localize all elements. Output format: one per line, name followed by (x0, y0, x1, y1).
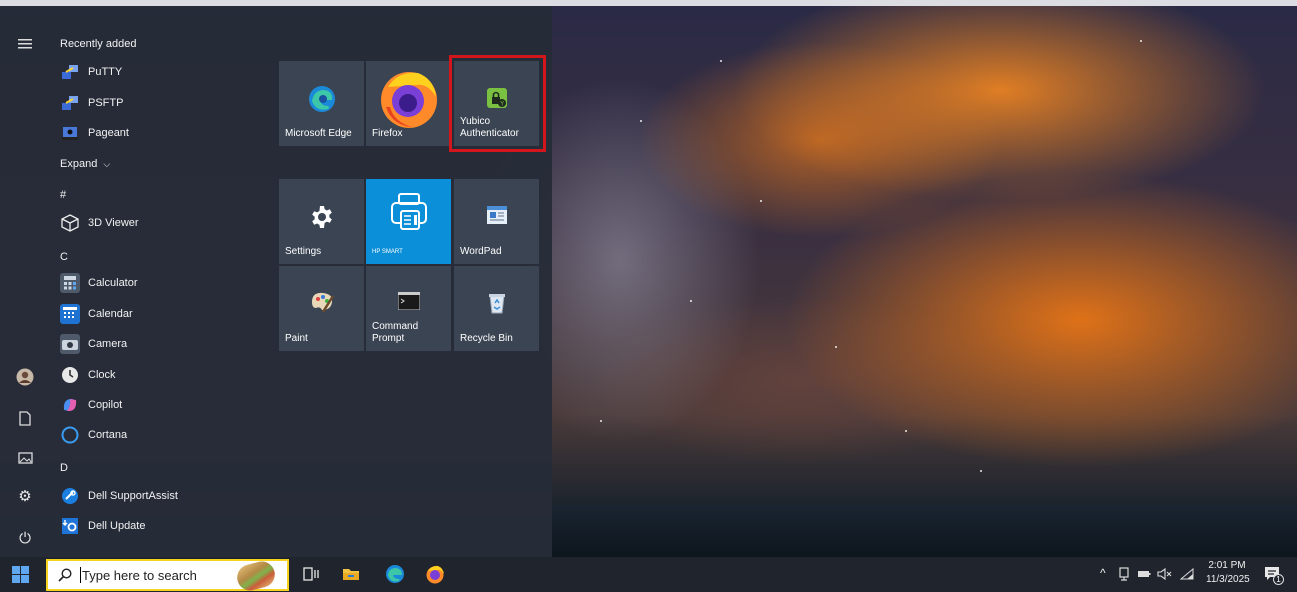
tile-wordpad[interactable]: WordPad (454, 179, 539, 264)
edge-icon (279, 85, 364, 113)
list-item-dell-update[interactable]: Dell Update (60, 513, 250, 539)
notifications-icon[interactable]: 1 (1262, 563, 1284, 585)
list-item-calculator[interactable]: Calculator (60, 270, 250, 296)
meet-now-icon[interactable] (1116, 563, 1132, 585)
search-highlight-image (234, 558, 278, 592)
pictures-icon[interactable] (15, 448, 35, 468)
group-header-hash[interactable]: # (60, 189, 66, 201)
search-icon (58, 568, 72, 582)
gear-icon (279, 205, 364, 229)
tile-settings[interactable]: Settings (279, 179, 364, 264)
calendar-icon (60, 304, 80, 324)
clock-icon (60, 365, 80, 385)
recently-added-header: Recently added (60, 38, 137, 50)
settings-icon[interactable]: ⚙ (15, 486, 35, 506)
clock-time: 2:01 PM (1208, 560, 1246, 571)
search-input[interactable]: Type here to search (46, 558, 289, 592)
firefox-taskbar-icon[interactable] (424, 563, 446, 585)
copilot-icon (60, 395, 80, 415)
command-prompt-icon (366, 292, 451, 310)
firefox-icon (366, 67, 451, 129)
battery-icon[interactable] (1136, 563, 1152, 585)
power-icon[interactable]: ⏻ (15, 528, 35, 548)
documents-icon[interactable] (15, 408, 35, 428)
list-item-putty[interactable]: PuTTY (60, 59, 250, 85)
list-item-camera[interactable]: Camera (60, 331, 250, 357)
edge-taskbar-icon[interactable] (384, 563, 406, 585)
calculator-icon (60, 273, 80, 293)
highlight-box (449, 55, 546, 152)
tile-paint[interactable]: Paint (279, 266, 364, 351)
text-caret (80, 567, 81, 583)
app-list: Recently added PuTTY PSFTP Pageant Expan… (50, 6, 250, 557)
horizon (552, 505, 1297, 557)
system-clock[interactable]: 2:01 PM 11/3/2025 (1206, 559, 1250, 587)
list-item-pageant[interactable]: Pageant (60, 120, 250, 146)
volume-muted-icon[interactable] (1156, 563, 1174, 585)
hp-smart-icon (366, 191, 451, 231)
list-item-calendar[interactable]: Calendar (60, 301, 250, 327)
wifi-icon[interactable] (1178, 563, 1196, 585)
list-item-copilot[interactable]: Copilot (60, 392, 250, 418)
group-header-c[interactable]: C (60, 251, 68, 263)
psftp-icon (60, 93, 80, 113)
3d-viewer-icon (60, 213, 80, 233)
hamburger-icon[interactable] (15, 34, 35, 54)
list-item-clock[interactable]: Clock (60, 362, 250, 388)
list-item-psftp[interactable]: PSFTP (60, 90, 250, 116)
clock-date: 11/3/2025 (1206, 574, 1250, 585)
expand-button[interactable]: Expand ⌵ (60, 158, 110, 170)
pageant-icon (60, 123, 80, 143)
user-avatar-icon[interactable] (15, 367, 35, 387)
group-header-d[interactable]: D (60, 462, 68, 474)
chevron-down-icon: ⌵ (103, 159, 111, 169)
cortana-icon (60, 425, 80, 445)
notification-count: 1 (1273, 574, 1284, 585)
wordpad-icon (454, 205, 539, 225)
recycle-bin-icon (454, 292, 539, 314)
list-item-cortana[interactable]: Cortana (60, 422, 250, 448)
dell-supportassist-icon (60, 486, 80, 506)
windows-start-icon[interactable] (12, 566, 29, 583)
list-item-3d-viewer[interactable]: 3D Viewer (60, 210, 250, 236)
taskbar: Type here to search ^ 2:01 PM 11/3/2025 … (0, 557, 1297, 592)
tile-firefox[interactable]: Firefox (366, 61, 451, 146)
file-explorer-icon[interactable] (340, 563, 362, 585)
camera-icon (60, 334, 80, 354)
task-view-icon[interactable] (300, 563, 322, 585)
paint-icon (279, 290, 364, 314)
putty-icon (60, 62, 80, 82)
tile-hp-smart[interactable]: HP SMART (366, 179, 451, 264)
chevron-up-icon[interactable]: ^ (1100, 566, 1106, 580)
dell-update-icon (60, 516, 80, 536)
list-item-dell-supportassist[interactable]: Dell SupportAssist (60, 483, 250, 509)
search-placeholder: Type here to search (82, 567, 197, 583)
tile-recycle-bin[interactable]: Recycle Bin (454, 266, 539, 351)
tile-microsoft-edge[interactable]: Microsoft Edge (279, 61, 364, 146)
tile-command-prompt[interactable]: Command Prompt (366, 266, 451, 351)
start-rail: ⚙ ⏻ (0, 6, 50, 557)
